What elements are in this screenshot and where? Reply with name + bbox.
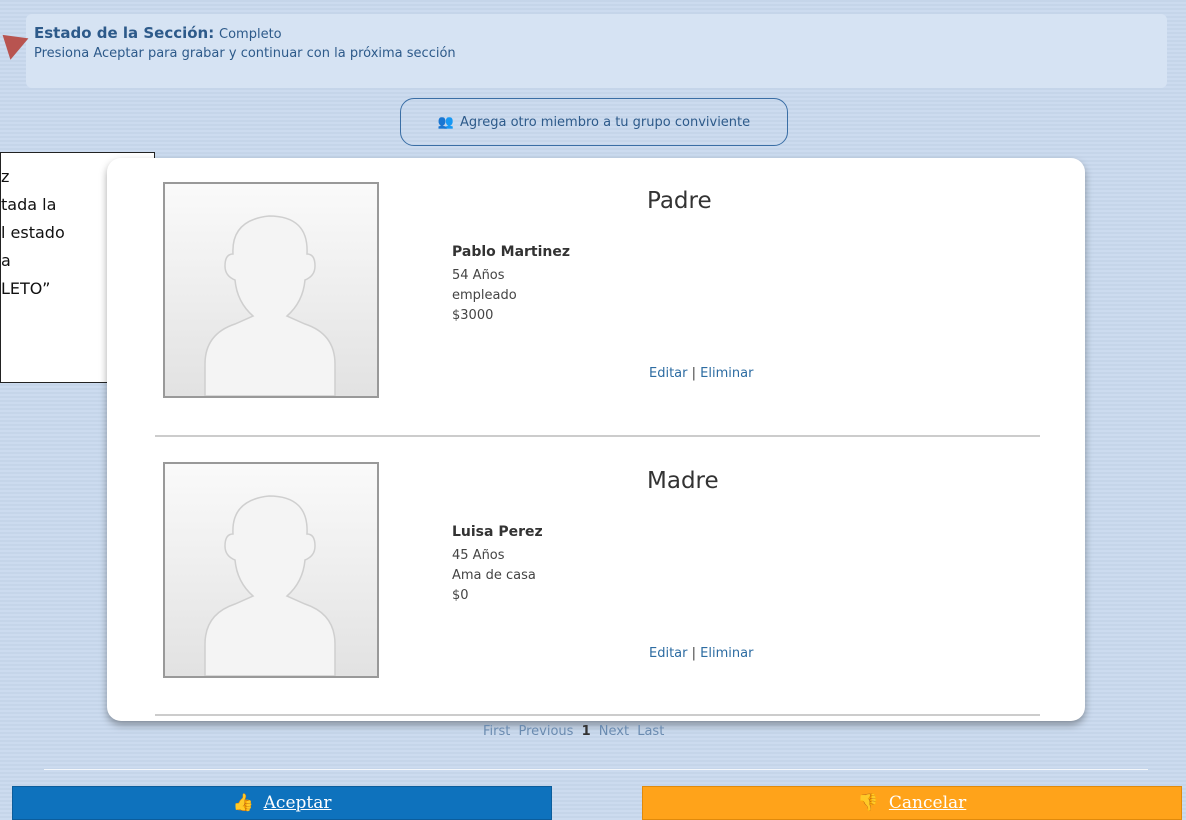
member-income: $0 xyxy=(452,588,469,603)
member-age: 45 Años xyxy=(452,548,505,563)
pagination-next[interactable]: Next xyxy=(599,724,629,739)
member-role: Madre xyxy=(647,468,719,494)
add-user-icon: 👥 xyxy=(437,114,455,130)
member-item: Madre Luisa Perez 45 Años Ama de casa $0… xyxy=(107,462,1085,722)
pagination-current[interactable]: 1 xyxy=(582,724,591,739)
member-name: Luisa Perez xyxy=(452,524,543,540)
cancel-button[interactable]: 👎 Cancelar xyxy=(642,786,1182,820)
pagination: First Previous 1 Next Last xyxy=(483,724,668,739)
member-actions: Editar | Eliminar xyxy=(649,646,753,661)
add-member-label: Agrega otro miembro a tu grupo convivien… xyxy=(460,114,751,130)
status-title: Estado de la Sección: Completo xyxy=(34,24,1159,42)
delete-link[interactable]: Eliminar xyxy=(700,366,753,381)
member-role: Padre xyxy=(647,188,712,214)
pagination-last[interactable]: Last xyxy=(637,724,664,739)
section-status-banner: Estado de la Sección: Completo Presiona … xyxy=(26,14,1167,88)
accept-label: Aceptar xyxy=(263,793,332,813)
member-divider xyxy=(155,435,1040,437)
bottom-divider xyxy=(44,769,1148,770)
member-age: 54 Años xyxy=(452,268,505,283)
thumbs-down-icon: 👎 xyxy=(857,793,879,813)
thumbs-up-icon: 👍 xyxy=(232,793,254,813)
status-hint: Presiona Aceptar para grabar y continuar… xyxy=(34,46,456,61)
member-occupation: empleado xyxy=(452,288,517,303)
member-divider xyxy=(155,714,1040,716)
delete-link[interactable]: Eliminar xyxy=(700,646,753,661)
status-value: Completo xyxy=(219,27,282,42)
avatar-placeholder-icon xyxy=(163,182,379,398)
pagination-previous[interactable]: Previous xyxy=(519,724,574,739)
member-name: Pablo Martinez xyxy=(452,244,571,260)
pagination-first[interactable]: First xyxy=(483,724,510,739)
status-label: Estado de la Sección: xyxy=(34,24,215,42)
avatar-placeholder-icon xyxy=(163,462,379,678)
edit-link[interactable]: Editar xyxy=(649,366,688,381)
accept-button[interactable]: 👍 Aceptar xyxy=(12,786,552,820)
member-income: $3000 xyxy=(452,308,494,323)
add-member-button[interactable]: 👥 Agrega otro miembro a tu grupo convivi… xyxy=(400,98,788,146)
member-occupation: Ama de casa xyxy=(452,568,536,583)
cancel-label: Cancelar xyxy=(888,793,967,813)
annotation-arrow-icon xyxy=(0,24,29,60)
edit-link[interactable]: Editar xyxy=(649,646,688,661)
member-item: Padre Pablo Martinez 54 Años empleado $3… xyxy=(107,182,1085,442)
actions-separator: | xyxy=(687,646,701,661)
members-card: Padre Pablo Martinez 54 Años empleado $3… xyxy=(107,158,1085,721)
actions-separator: | xyxy=(687,366,701,381)
member-actions: Editar | Eliminar xyxy=(649,366,753,381)
